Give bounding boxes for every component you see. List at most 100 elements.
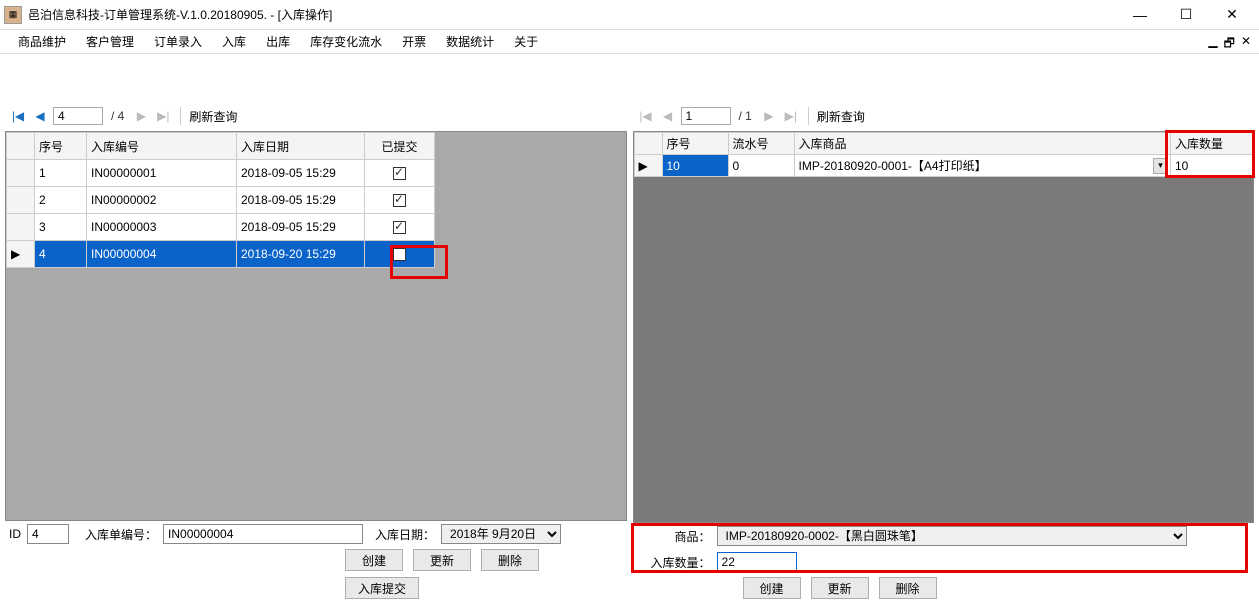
nav-first-icon[interactable]: |◀ [9, 107, 27, 125]
cell-seq[interactable]: 3 [35, 214, 87, 241]
menu-product[interactable]: 商品维护 [8, 33, 76, 50]
left-update-button[interactable]: 更新 [413, 549, 471, 571]
product-select[interactable]: IMP-20180920-0002-【黑白圆珠笔】 [717, 526, 1187, 546]
code-label: 入库单编号： [85, 526, 157, 543]
menu-about[interactable]: 关于 [504, 33, 548, 50]
table-row[interactable]: 2IN000000022018-09-05 15:29 [7, 187, 435, 214]
nav-last-icon[interactable]: ▶| [154, 107, 172, 125]
cell-seq[interactable]: 4 [35, 241, 87, 268]
right-panel: |◀ ◀ / 1 ▶ ▶| 刷新查询 序号 流水号 入库商品 入库数量 ▶ 10 [632, 58, 1256, 602]
cell-seq[interactable]: 10 [662, 155, 728, 177]
checkbox-icon[interactable] [393, 248, 406, 261]
cell-flow[interactable]: 0 [728, 155, 794, 177]
rcol-seq[interactable]: 序号 [662, 133, 728, 155]
col-seq[interactable]: 序号 [35, 133, 87, 160]
row-indicator-icon: ▶ [7, 241, 35, 268]
table-row[interactable]: ▶ 10 0 IMP-20180920-0001-【A4打印纸】▾ 10 [634, 155, 1253, 177]
id-input[interactable] [27, 524, 69, 544]
menu-invoice[interactable]: 开票 [392, 33, 436, 50]
row-header-blank [7, 133, 35, 160]
left-create-button[interactable]: 创建 [345, 549, 403, 571]
cell-qty[interactable]: 10 [1171, 155, 1253, 177]
close-button[interactable]: ✕ [1209, 1, 1255, 29]
nav-first-icon[interactable]: |◀ [637, 107, 655, 125]
col-date[interactable]: 入库日期 [237, 133, 365, 160]
nav-refresh-button[interactable]: 刷新查询 [817, 108, 865, 125]
cell-submitted[interactable] [365, 187, 435, 214]
right-create-button[interactable]: 创建 [743, 577, 801, 599]
menu-outbound[interactable]: 出库 [256, 33, 300, 50]
cell-submitted[interactable] [365, 160, 435, 187]
nav-next-icon[interactable]: ▶ [132, 107, 150, 125]
nav-total: / 4 [107, 109, 128, 123]
table-row[interactable]: 1IN000000012018-09-05 15:29 [7, 160, 435, 187]
nav-last-icon[interactable]: ▶| [782, 107, 800, 125]
left-grid[interactable]: 序号 入库编号 入库日期 已提交 1IN000000012018-09-05 1… [6, 132, 435, 268]
left-panel: |◀ ◀ / 4 ▶ ▶| 刷新查询 序号 入库编号 入库日期 已提交 1IN0… [4, 58, 628, 602]
row-indicator-icon [7, 187, 35, 214]
rcol-qty[interactable]: 入库数量 [1171, 133, 1253, 155]
checkbox-icon[interactable] [393, 167, 406, 180]
maximize-button[interactable]: ☐ [1163, 1, 1209, 29]
menu-inbound[interactable]: 入库 [212, 33, 256, 50]
cell-seq[interactable]: 1 [35, 160, 87, 187]
cell-code[interactable]: IN00000003 [87, 214, 237, 241]
window-title: 邑泊信息科技-订单管理系统-V.1.0.20180905. - [入库操作] [28, 6, 1117, 23]
cell-submitted[interactable] [365, 214, 435, 241]
mdi-close-icon[interactable]: ✕ [1241, 34, 1251, 55]
product-label: 商品： [675, 528, 711, 545]
menu-stats[interactable]: 数据统计 [436, 33, 504, 50]
menubar: 商品维护 客户管理 订单录入 入库 出库 库存变化流水 开票 数据统计 关于 [0, 30, 1259, 54]
cell-code[interactable]: IN00000001 [87, 160, 237, 187]
cell-seq[interactable]: 2 [35, 187, 87, 214]
rcol-flow[interactable]: 流水号 [728, 133, 794, 155]
menu-customer[interactable]: 客户管理 [76, 33, 144, 50]
nav-refresh-button[interactable]: 刷新查询 [189, 108, 237, 125]
qty-input[interactable] [717, 552, 797, 572]
col-code[interactable]: 入库编号 [87, 133, 237, 160]
menu-order-entry[interactable]: 订单录入 [144, 33, 212, 50]
cell-code[interactable]: IN00000002 [87, 187, 237, 214]
cell-date[interactable]: 2018-09-05 15:29 [237, 214, 365, 241]
col-submitted[interactable]: 已提交 [365, 133, 435, 160]
table-row[interactable]: 3IN000000032018-09-05 15:29 [7, 214, 435, 241]
nav-prev-icon[interactable]: ◀ [31, 107, 49, 125]
row-indicator-icon: ▶ [634, 155, 662, 177]
left-submit-button[interactable]: 入库提交 [345, 577, 419, 599]
mdi-restore-icon[interactable]: 🗗 [1224, 34, 1235, 55]
right-grid-area: 序号 流水号 入库商品 入库数量 ▶ 10 0 IMP-20180920-000… [633, 131, 1255, 523]
rcol-product[interactable]: 入库商品 [794, 133, 1171, 155]
cell-code[interactable]: IN00000004 [87, 241, 237, 268]
app-icon: ▦ [4, 6, 22, 24]
right-update-button[interactable]: 更新 [811, 577, 869, 599]
cell-date[interactable]: 2018-09-05 15:29 [237, 187, 365, 214]
cell-date[interactable]: 2018-09-20 15:29 [237, 241, 365, 268]
nav-page-input[interactable] [53, 107, 103, 125]
cell-submitted[interactable] [365, 241, 435, 268]
mdi-minimize-icon[interactable]: ▁ [1208, 34, 1217, 55]
left-delete-button[interactable]: 删除 [481, 549, 539, 571]
table-row[interactable]: ▶4IN000000042018-09-20 15:29 [7, 241, 435, 268]
dropdown-arrow-icon[interactable]: ▾ [1153, 158, 1168, 174]
left-grid-area: 序号 入库编号 入库日期 已提交 1IN000000012018-09-05 1… [5, 131, 627, 521]
qty-label: 入库数量： [651, 554, 711, 571]
date-select[interactable]: 2018年 9月20日 [441, 524, 561, 544]
left-form-row1: ID 入库单编号： 入库日期： 2018年 9月20日 [5, 521, 627, 547]
nav-prev-icon[interactable]: ◀ [659, 107, 677, 125]
checkbox-icon[interactable] [393, 194, 406, 207]
cell-date[interactable]: 2018-09-05 15:29 [237, 160, 365, 187]
right-form-row2: 入库数量： [633, 549, 1255, 575]
cell-product[interactable]: IMP-20180920-0001-【A4打印纸】▾ [794, 155, 1171, 177]
right-delete-button[interactable]: 删除 [879, 577, 937, 599]
minimize-button[interactable]: — [1117, 1, 1163, 29]
nav-next-icon[interactable]: ▶ [760, 107, 778, 125]
right-navigator: |◀ ◀ / 1 ▶ ▶| 刷新查询 [633, 103, 1255, 129]
right-grid[interactable]: 序号 流水号 入库商品 入库数量 ▶ 10 0 IMP-20180920-000… [634, 132, 1254, 177]
date-label: 入库日期： [375, 526, 435, 543]
menu-inventory-log[interactable]: 库存变化流水 [300, 33, 392, 50]
row-indicator-icon [7, 160, 35, 187]
code-input[interactable] [163, 524, 363, 544]
checkbox-icon[interactable] [393, 221, 406, 234]
titlebar: ▦ 邑泊信息科技-订单管理系统-V.1.0.20180905. - [入库操作]… [0, 0, 1259, 30]
nav-page-input[interactable] [681, 107, 731, 125]
